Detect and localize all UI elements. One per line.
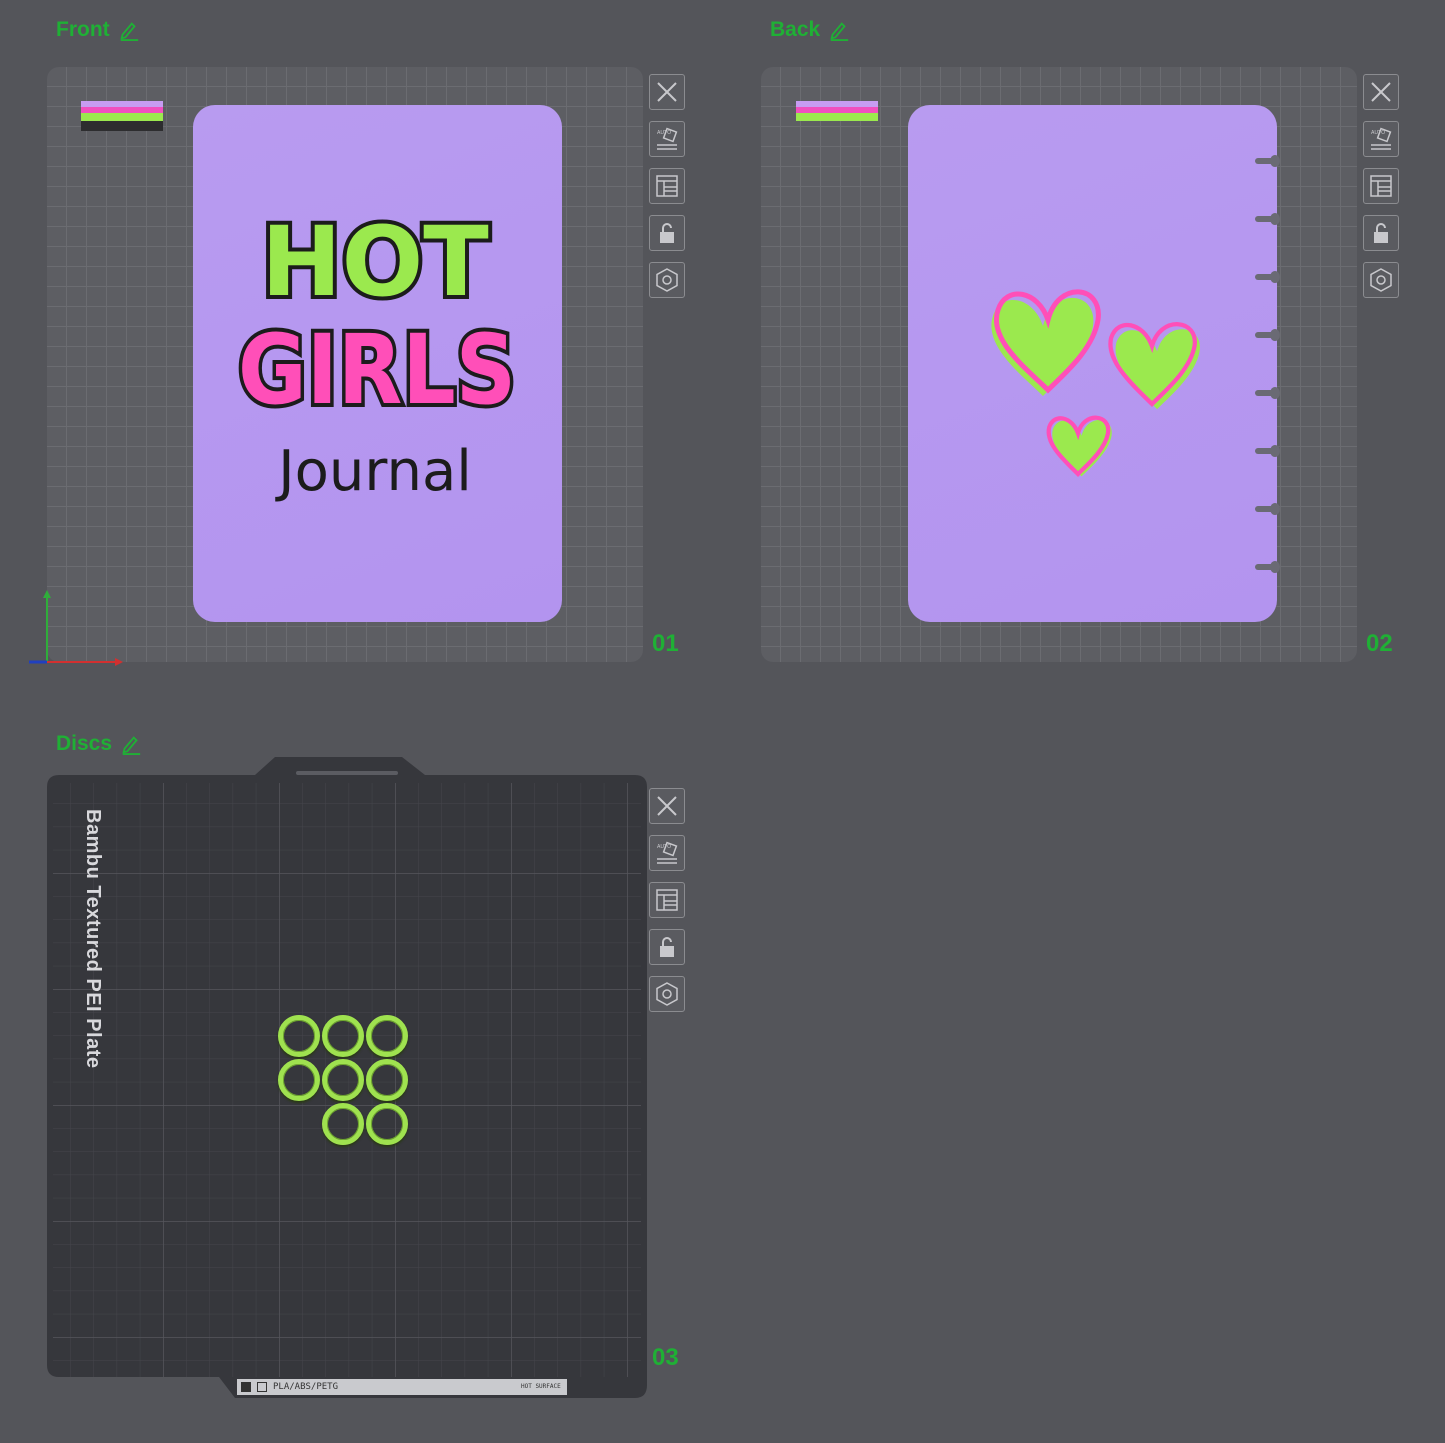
disc-ring[interactable] (366, 1059, 408, 1101)
journal-cover-front[interactable]: HOT GIRLS Journal (193, 105, 562, 622)
auto-orient-icon[interactable]: AUTO (1363, 121, 1399, 157)
settings-icon[interactable] (649, 976, 685, 1012)
cover-artwork: HOT GIRLS Journal (234, 202, 520, 504)
disc-ring[interactable] (322, 1015, 364, 1057)
lock-icon[interactable] (649, 929, 685, 965)
plate-info-strip: PLA/ABS/PETG HOT SURFACE (237, 1379, 567, 1395)
auto-orient-icon[interactable]: AUTO (649, 835, 685, 871)
hearts-artwork (991, 289, 1200, 477)
filament-stripe (796, 101, 878, 121)
svg-text:AUTO: AUTO (657, 130, 671, 136)
lock-icon[interactable] (649, 215, 685, 251)
ring-peg (1255, 271, 1280, 283)
disc-ring[interactable] (322, 1059, 364, 1101)
settings-icon[interactable] (1363, 262, 1399, 298)
build-plate-front[interactable]: HOT GIRLS Journal (29, 67, 643, 666)
edit-icon[interactable] (828, 19, 850, 41)
close-icon[interactable] (649, 74, 685, 110)
plate-number: 01 (652, 630, 679, 657)
cover-word-hot: HOT (261, 206, 488, 318)
disc-ring[interactable] (278, 1059, 320, 1101)
plate-title-front[interactable]: Front (56, 18, 140, 42)
heart-right (1108, 322, 1200, 410)
disc-ring[interactable] (366, 1015, 408, 1057)
heart-large (991, 289, 1101, 396)
filament-stripe (81, 101, 163, 131)
plate-toolbar-front: AUTO (649, 74, 687, 298)
journal-cover-back[interactable] (908, 105, 1277, 622)
disc-ring[interactable] (278, 1015, 320, 1057)
ring-peg (1255, 445, 1280, 457)
plate-toolbar-discs: AUTO (649, 788, 687, 1012)
plate-number: 02 (1366, 630, 1393, 657)
disc-ring[interactable] (366, 1103, 408, 1145)
close-icon[interactable] (1363, 74, 1399, 110)
plate-number: 03 (652, 1344, 679, 1371)
plate-title-discs[interactable]: Discs (56, 732, 142, 756)
cover-word-girls: GIRLS (238, 314, 516, 426)
plate-title-back[interactable]: Back (770, 18, 850, 42)
axis-gizmo (29, 590, 123, 666)
arrange-icon[interactable] (649, 168, 685, 204)
edit-icon[interactable] (118, 19, 140, 41)
ring-peg (1255, 329, 1280, 341)
settings-icon[interactable] (649, 262, 685, 298)
ring-peg (1255, 155, 1280, 167)
build-plate-back[interactable] (761, 67, 1357, 662)
lock-icon[interactable] (1363, 215, 1399, 251)
ring-peg (1255, 213, 1280, 225)
svg-text:AUTO: AUTO (1371, 130, 1385, 136)
ring-peg (1255, 387, 1280, 399)
plate-logo-icon (257, 1382, 267, 1392)
arrange-icon[interactable] (1363, 168, 1399, 204)
close-icon[interactable] (649, 788, 685, 824)
textured-pei-plate[interactable]: Bambu Textured PEI Plate PLA/ABS/PETG HO… (47, 757, 647, 1398)
plate-type-label: Bambu Textured PEI Plate (82, 809, 104, 1069)
disc-ring[interactable] (322, 1103, 364, 1145)
plate-toolbar-back: AUTO (1363, 74, 1401, 298)
arrange-icon[interactable] (649, 882, 685, 918)
ring-peg (1255, 503, 1280, 515)
plate-name: Back (770, 18, 821, 41)
plate-name: Discs (56, 732, 113, 755)
qr-icon (241, 1382, 251, 1392)
filament-compat-label: PLA/ABS/PETG (273, 1382, 339, 1392)
svg-text:AUTO: AUTO (657, 844, 671, 850)
edit-icon[interactable] (120, 733, 142, 755)
cover-word-journal: Journal (275, 439, 472, 504)
ring-peg (1255, 561, 1280, 573)
auto-orient-icon[interactable]: AUTO (649, 121, 685, 157)
heart-small (1046, 415, 1112, 477)
plate-name: Front (56, 18, 110, 41)
hot-surface-warning: HOT SURFACE (521, 1383, 561, 1390)
